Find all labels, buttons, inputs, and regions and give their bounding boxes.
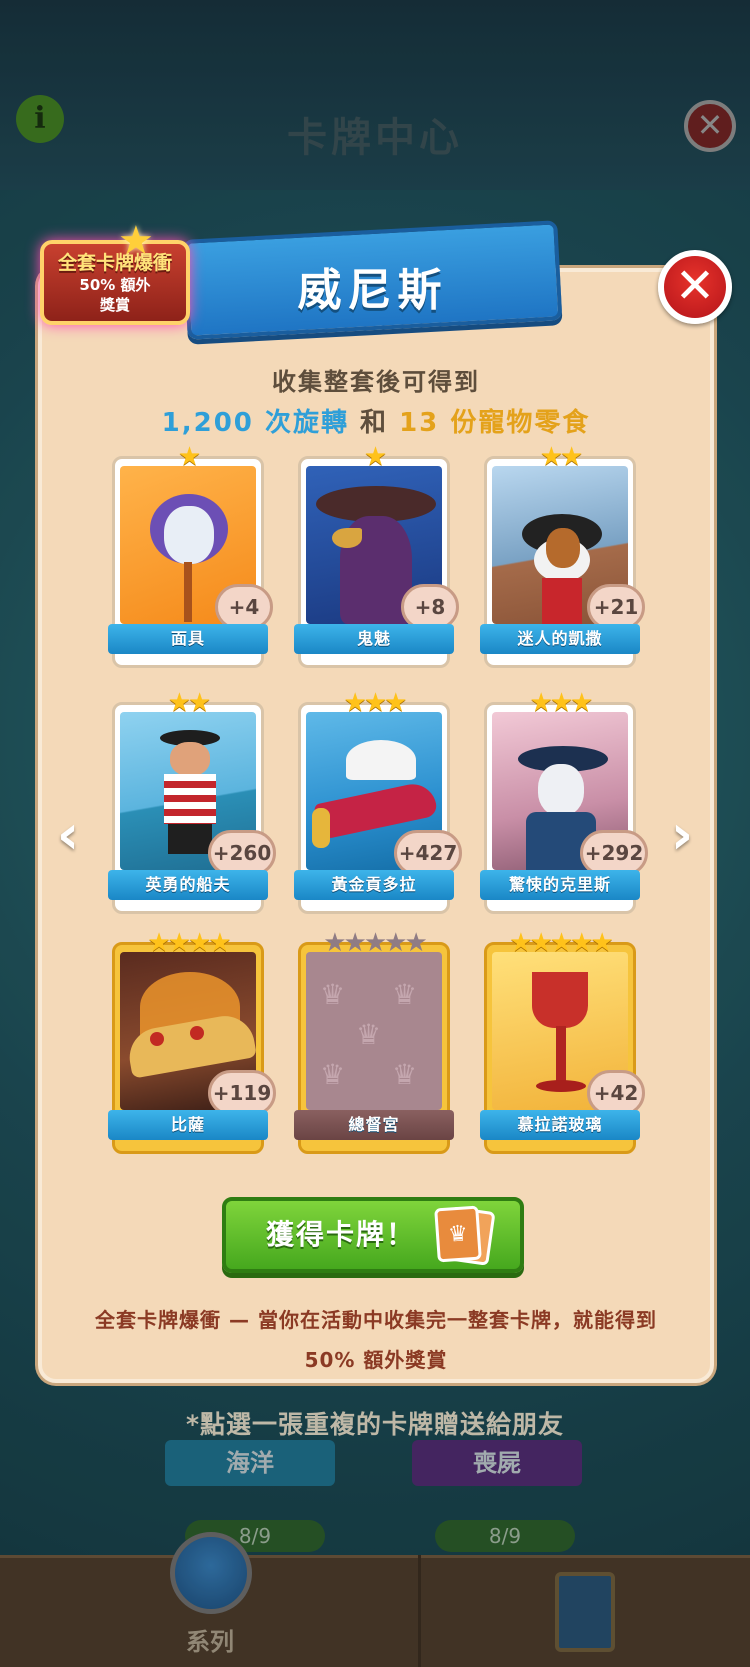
set-blast-description: 全套卡牌爆衝 — 當你在活動中收集完一整套卡牌，就能得到 50% 額外獎賞 [60,1300,692,1380]
card-charming-caesar[interactable]: ★★ +21 迷人的凱撒 [480,442,645,668]
rarity-stars: ★★★★★ [509,928,614,958]
badge-line2: 獎賞 [99,296,130,314]
rarity-stars: ★ [177,442,201,472]
rarity-stars: ★★ [167,688,212,718]
card-name: 比薩 [108,1110,268,1140]
rarity-stars: ★★★ [343,688,408,718]
card-doges-palace[interactable]: ♛ ♛ ♛ ♛ ♛ ★★★★★ 總督宮 [294,928,454,1154]
prev-set-arrow[interactable]: ‹ [48,808,88,862]
card-name: 鬼魅 [294,624,454,654]
card-creepy-chris[interactable]: ★★★ +292 驚悚的克里斯 [480,688,648,914]
reward-summary: 1,200 次旋轉 和 13 份寵物零食 [38,402,714,439]
rarity-stars: ★ [363,442,387,472]
footer-line2: 50% 額外獎賞 [304,1348,448,1372]
badge-title: 全套卡牌爆衝 [57,252,172,274]
card-name: 驚悚的克里斯 [480,870,640,900]
get-cards-label: 獲得卡牌！ [265,1218,416,1251]
card-art-locked: ♛ ♛ ♛ ♛ ♛ [306,952,442,1110]
reward-spins: 1,200 次旋轉 [161,408,349,438]
card-name: 面具 [108,624,268,654]
card-brave-gondolier[interactable]: ★★ +260 英勇的船夫 [108,688,276,914]
set-title: 威尼斯 [297,265,448,316]
reward-treats: 13 份寵物零食 [399,408,591,438]
card-pizza[interactable]: ★★★★ +119 比薩 [108,928,276,1154]
card-mask[interactable]: ★ +4 面具 [108,442,273,668]
reward-intro: 收集整套後可得到 [272,368,480,396]
card-name: 黃金貢多拉 [294,870,454,900]
card-murano-glass[interactable]: ★★★★★ +42 慕拉諾玻璃 [480,928,645,1154]
card-ghost[interactable]: ★ +8 鬼魅 [294,442,459,668]
rarity-stars: ★★ [539,442,584,472]
card-golden-gondola[interactable]: ★★★ +427 黃金貢多拉 [294,688,462,914]
get-cards-button[interactable]: 獲得卡牌！ ♛ [222,1197,524,1273]
card-crown-icon: ♛ [434,1205,482,1263]
set-blast-badge: 全套卡牌爆衝 50% 額外 獎賞 [40,240,190,325]
close-modal-button[interactable]: ✕ [658,250,732,324]
card-name: 迷人的凱撒 [480,624,640,654]
footer-line1: 全套卡牌爆衝 — 當你在活動中收集完一整套卡牌，就能得到 [95,1308,657,1332]
rarity-stars: ★★★★ [147,928,231,958]
reward-and: 和 [360,408,389,438]
next-set-arrow[interactable]: › [662,808,702,862]
card-name: 慕拉諾玻璃 [480,1110,640,1140]
card-name: 英勇的船夫 [108,870,268,900]
card-name: 總督宮 [294,1110,454,1140]
star-icon: ★ [118,218,154,264]
rarity-stars: ★★★★★ [323,928,428,958]
rarity-stars: ★★★ [529,688,594,718]
badge-line1: 50% 額外 [79,276,151,294]
